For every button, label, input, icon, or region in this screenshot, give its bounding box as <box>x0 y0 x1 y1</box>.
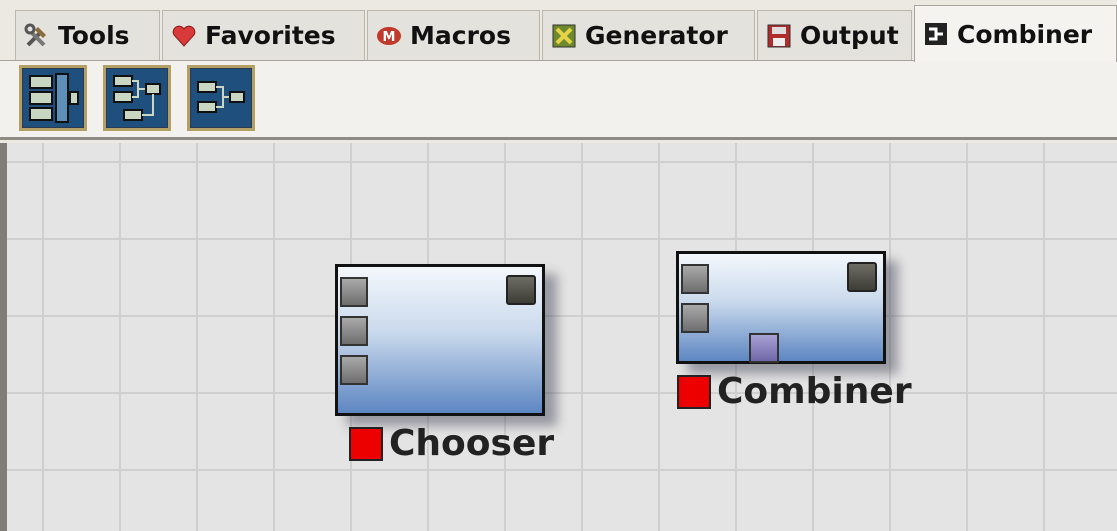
tab-label: Generator <box>585 21 728 50</box>
add-combiner-button[interactable] <box>187 65 255 131</box>
heart-icon <box>171 23 197 49</box>
chooser-status-indicator[interactable] <box>349 426 383 461</box>
tab-favorites[interactable]: Favorites <box>162 10 365 60</box>
chooser-node[interactable] <box>335 264 545 416</box>
tab-combiner[interactable]: Combiner <box>914 5 1117 62</box>
tab-tools[interactable]: Tools <box>15 10 160 60</box>
tab-generator[interactable]: Generator <box>542 10 755 60</box>
tab-output[interactable]: Output <box>757 10 912 60</box>
chooser-output-port[interactable] <box>506 275 536 305</box>
tab-label: Combiner <box>957 19 1093 49</box>
add-combiner-tree-button[interactable] <box>103 65 171 131</box>
tab-strip: Tools Favorites M Macros Generator Outpu… <box>0 0 1117 62</box>
chooser-input-port-1[interactable] <box>340 277 368 307</box>
chooser-input-port-2[interactable] <box>340 316 368 346</box>
add-combiner-icon <box>197 81 245 113</box>
combiner-icon <box>923 21 949 47</box>
chooser-input-port-3[interactable] <box>340 355 368 385</box>
chooser-node-label-group: Chooser <box>349 423 554 464</box>
generator-icon <box>551 23 577 49</box>
macros-icon: M <box>376 23 402 49</box>
toolbar <box>0 60 1117 140</box>
tab-macros[interactable]: M Macros <box>367 10 540 60</box>
combiner-output-port[interactable] <box>847 262 877 292</box>
svg-text:M: M <box>383 30 396 45</box>
tab-label: Favorites <box>205 21 336 50</box>
combiner-node-label-group: Combiner <box>677 371 912 412</box>
combiner-input-port-2[interactable] <box>681 303 709 333</box>
tab-label: Macros <box>410 21 511 50</box>
tab-label: Output <box>800 21 899 50</box>
combiner-node[interactable] <box>676 251 886 364</box>
graph-canvas[interactable]: Chooser Combiner <box>0 143 1117 531</box>
combiner-status-indicator[interactable] <box>677 374 711 409</box>
add-combiner-tree-icon <box>113 75 161 121</box>
tools-icon <box>24 23 50 49</box>
tab-label: Tools <box>58 21 130 50</box>
combiner-bottom-port[interactable] <box>749 333 779 363</box>
combiner-node-label: Combiner <box>717 371 912 412</box>
combiner-input-port-1[interactable] <box>681 264 709 294</box>
chooser-node-label: Chooser <box>389 423 555 464</box>
add-chooser-button[interactable] <box>19 65 87 131</box>
add-chooser-icon <box>29 73 79 123</box>
output-icon <box>766 23 792 49</box>
